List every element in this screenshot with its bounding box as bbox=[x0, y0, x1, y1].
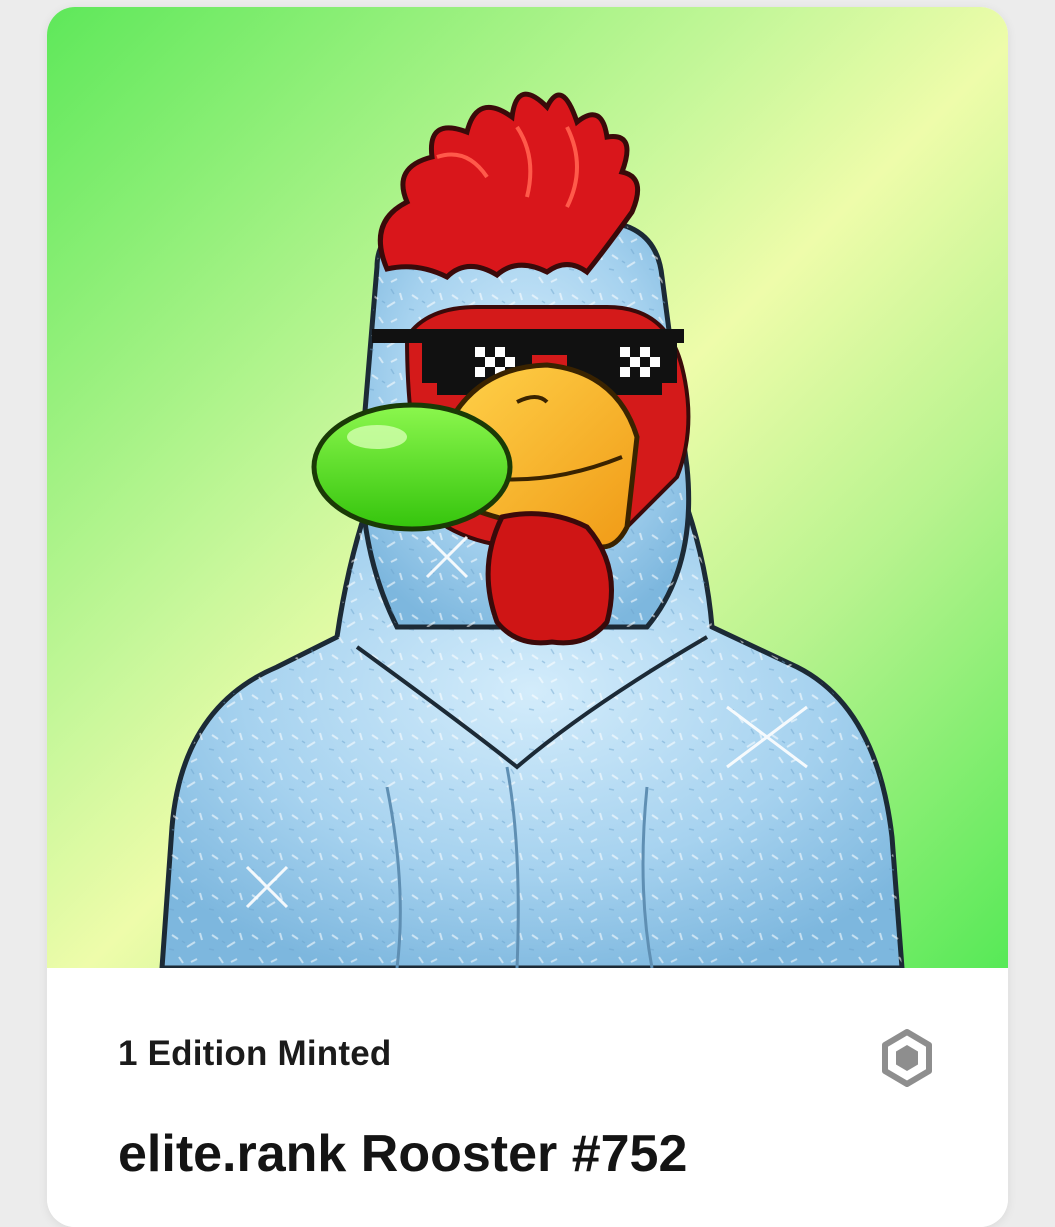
nft-card[interactable]: 1 Edition Minted elite.rank Rooster #752 bbox=[47, 7, 1008, 1227]
bubblegum bbox=[311, 402, 513, 532]
nft-title[interactable]: elite.rank Rooster #752 bbox=[118, 1124, 687, 1184]
rooster-illustration bbox=[159, 91, 905, 968]
nft-meta: 1 Edition Minted elite.rank Rooster #752 bbox=[47, 968, 1008, 1227]
nft-artwork[interactable] bbox=[47, 7, 1008, 968]
edition-count: 1 Edition Minted bbox=[118, 1034, 392, 1073]
polygon-hexagon-icon[interactable] bbox=[877, 1028, 937, 1088]
